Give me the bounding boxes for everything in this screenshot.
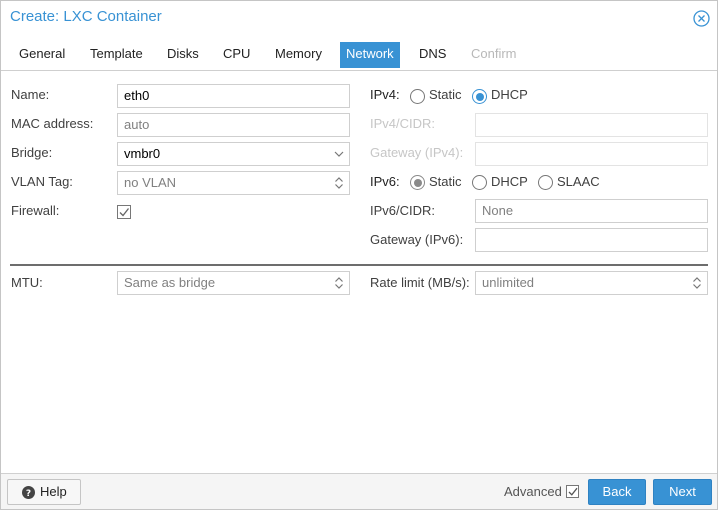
name-input[interactable]: eth0 bbox=[117, 84, 350, 108]
ipv4-dhcp-label[interactable]: DHCP bbox=[491, 84, 528, 106]
ipv6-static-label[interactable]: Static bbox=[429, 171, 462, 193]
gateway-ipv6-label: Gateway (IPv6): bbox=[370, 232, 464, 247]
tab-disks[interactable]: Disks bbox=[161, 42, 205, 68]
mac-address-placeholder: auto bbox=[124, 117, 150, 132]
wizard-tabbar: General Template Disks CPU Memory Networ… bbox=[1, 41, 717, 71]
firewall-label: Firewall: bbox=[11, 203, 60, 218]
spinner-arrows-icon[interactable] bbox=[333, 275, 345, 291]
mac-address-label: MAC address: bbox=[11, 116, 94, 131]
gateway-ipv4-input bbox=[475, 142, 708, 166]
rate-limit-label: Rate limit (MB/s): bbox=[370, 275, 470, 290]
close-icon[interactable] bbox=[693, 10, 710, 27]
ipv4-cidr-label: IPv4/CIDR: bbox=[370, 116, 436, 131]
ipv6-label: IPv6: bbox=[370, 174, 400, 189]
advanced-label: Advanced bbox=[504, 484, 562, 499]
ipv4-cidr-input bbox=[475, 113, 708, 137]
ipv6-cidr-label: IPv6/CIDR: bbox=[370, 203, 436, 218]
back-button[interactable]: Back bbox=[588, 479, 646, 505]
ipv6-cidr-input[interactable]: None bbox=[475, 199, 708, 223]
gateway-ipv4-label: Gateway (IPv4): bbox=[370, 145, 464, 160]
dialog-title: Create: LXC Container bbox=[10, 8, 162, 25]
tab-template[interactable]: Template bbox=[84, 42, 149, 68]
vlan-tag-placeholder: no VLAN bbox=[124, 175, 177, 190]
name-label: Name: bbox=[11, 87, 50, 102]
next-button[interactable]: Next bbox=[653, 479, 712, 505]
mtu-spinner[interactable]: Same as bridge bbox=[117, 271, 350, 295]
ipv4-dhcp-radio[interactable] bbox=[472, 89, 487, 104]
mac-address-input[interactable]: auto bbox=[117, 113, 350, 137]
ipv4-static-label[interactable]: Static bbox=[429, 84, 462, 106]
tab-memory[interactable]: Memory bbox=[269, 42, 328, 68]
help-button[interactable]: ? Help bbox=[7, 479, 81, 505]
advanced-separator bbox=[10, 264, 708, 266]
tab-dns[interactable]: DNS bbox=[413, 42, 452, 68]
ipv4-static-radio[interactable] bbox=[410, 89, 425, 104]
ipv6-dhcp-radio[interactable] bbox=[472, 175, 487, 190]
spinner-arrows-icon[interactable] bbox=[691, 275, 703, 291]
create-lxc-dialog: Create: LXC Container General Template D… bbox=[0, 0, 718, 510]
bridge-label: Bridge: bbox=[11, 145, 53, 160]
tab-general[interactable]: General bbox=[13, 42, 71, 68]
mtu-placeholder: Same as bridge bbox=[124, 275, 216, 290]
ipv4-label: IPv4: bbox=[370, 87, 400, 102]
ipv6-cidr-value: None bbox=[482, 203, 514, 218]
dialog-footer: ? Help Advanced Back Next bbox=[1, 473, 717, 509]
firewall-checkbox[interactable] bbox=[117, 205, 132, 220]
ipv6-dhcp-label[interactable]: DHCP bbox=[491, 171, 528, 193]
advanced-checkbox[interactable] bbox=[566, 485, 580, 499]
rate-limit-spinner[interactable]: unlimited bbox=[475, 271, 708, 295]
question-circle-icon: ? bbox=[22, 486, 35, 499]
vlan-tag-spinner[interactable]: no VLAN bbox=[117, 171, 350, 195]
tab-confirm: Confirm bbox=[471, 46, 517, 61]
ipv6-slaac-radio[interactable] bbox=[538, 175, 553, 190]
ipv6-slaac-label[interactable]: SLAAC bbox=[557, 171, 600, 193]
ipv6-static-radio[interactable] bbox=[410, 175, 425, 190]
tab-network[interactable]: Network bbox=[340, 42, 400, 68]
name-value: eth0 bbox=[124, 88, 150, 103]
spinner-arrows-icon[interactable] bbox=[333, 175, 345, 191]
dialog-titlebar: Create: LXC Container bbox=[1, 1, 717, 37]
help-button-label: Help bbox=[40, 484, 67, 499]
vlan-tag-label: VLAN Tag: bbox=[11, 174, 73, 189]
chevron-down-icon[interactable] bbox=[333, 146, 345, 162]
bridge-select[interactable]: vmbr0 bbox=[117, 142, 350, 166]
gateway-ipv6-input[interactable] bbox=[475, 228, 708, 252]
tab-cpu[interactable]: CPU bbox=[217, 42, 256, 68]
rate-limit-placeholder: unlimited bbox=[482, 275, 535, 290]
svg-text:?: ? bbox=[26, 489, 31, 499]
mtu-label: MTU: bbox=[11, 275, 43, 290]
bridge-value: vmbr0 bbox=[124, 146, 161, 161]
